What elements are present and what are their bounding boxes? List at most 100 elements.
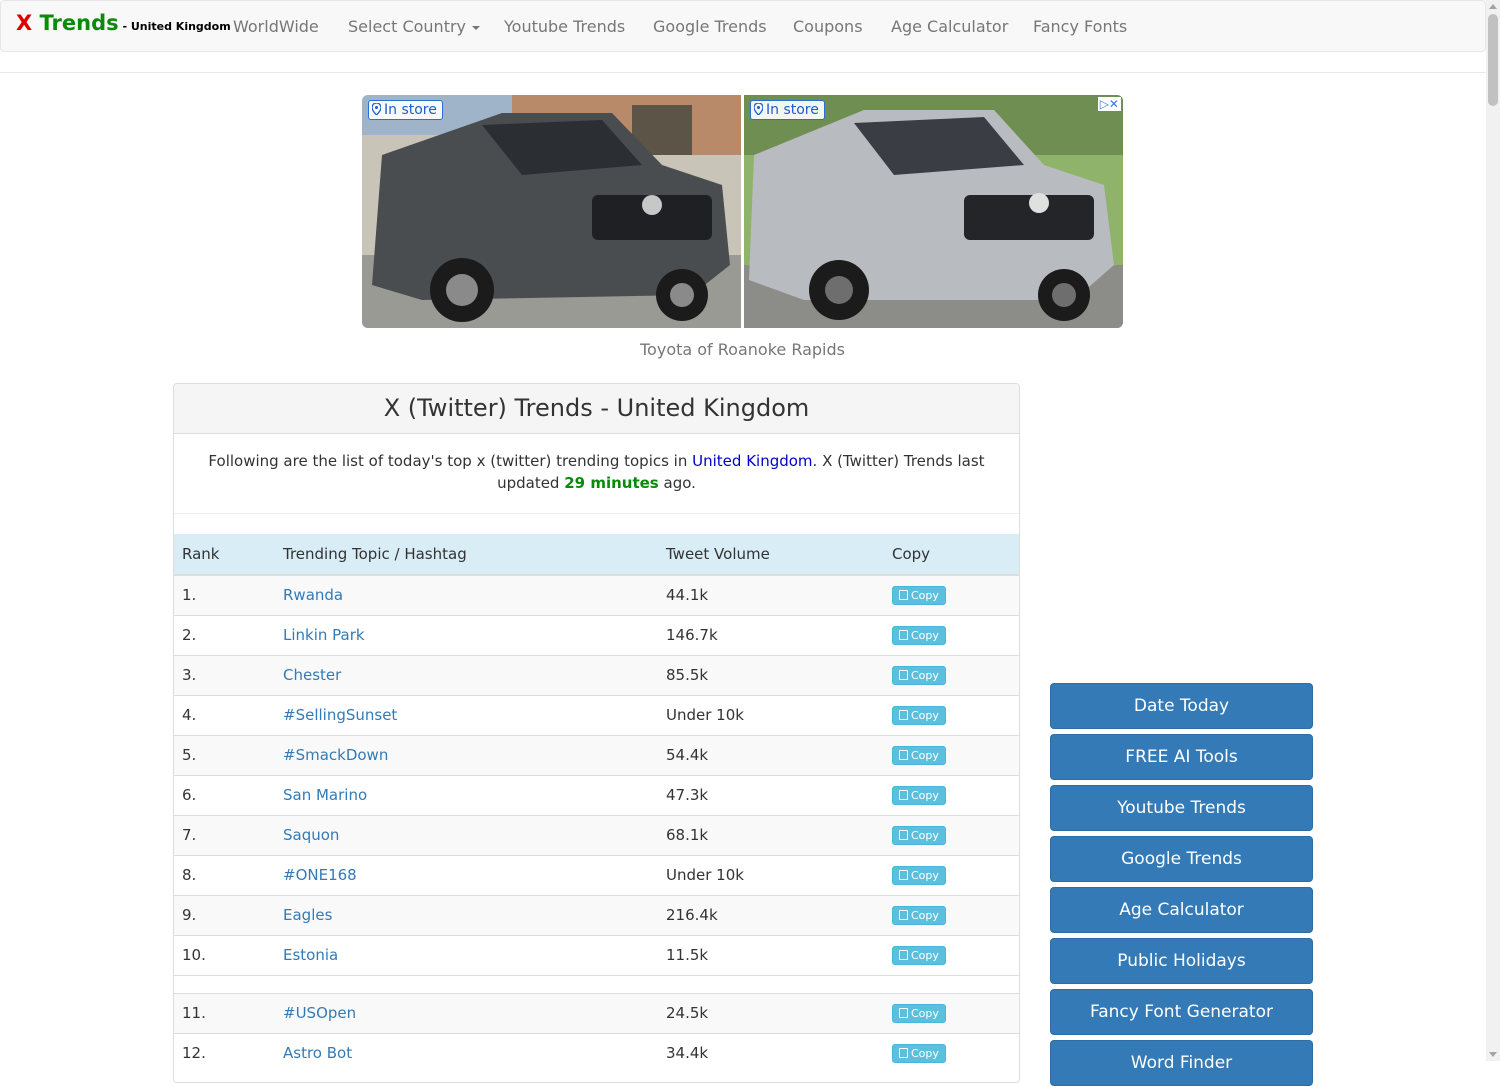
topic-link[interactable]: San Marino [283,786,367,804]
sidebar-fancy-font-generator-button[interactable]: Fancy Font Generator [1050,989,1313,1035]
copy-button[interactable]: Copy [892,826,946,845]
table-row: 11. #USOpen 24.5k Copy [174,992,1019,1033]
topic-cell: Estonia [275,934,658,975]
topic-link[interactable]: #USOpen [283,1004,356,1022]
volume-cell: Under 10k [658,854,884,895]
copy-cell: Copy [884,854,1019,895]
topic-cell: Saquon [275,814,658,855]
copy-button[interactable]: Copy [892,866,946,885]
copy-icon [899,630,908,640]
topic-link[interactable]: Estonia [283,946,338,964]
nav-age-calculator[interactable]: Age Calculator [891,17,1008,36]
copy-button[interactable]: Copy [892,906,946,925]
nav-youtube-trends[interactable]: Youtube Trends [504,17,625,36]
ad-choices-icon[interactable]: ▷✕ [1097,97,1121,111]
page-title: X (Twitter) Trends - United Kingdom [174,384,1019,434]
topic-link[interactable]: Eagles [283,906,332,924]
copy-button[interactable]: Copy [892,626,946,645]
copy-label: Copy [911,1007,939,1020]
copy-icon [899,830,908,840]
sidebar-google-trends-button[interactable]: Google Trends [1050,836,1313,882]
topic-cell: San Marino [275,774,658,815]
topic-link[interactable]: Saquon [283,826,339,844]
copy-button[interactable]: Copy [892,1044,946,1064]
ad-truck-image-1[interactable]: In store [362,95,741,328]
scrollbar-thumb[interactable] [1488,14,1498,106]
in-store-label: In store [384,102,437,118]
sidebar-date-today-button[interactable]: Date Today [1050,683,1313,729]
sidebar-age-calculator-button[interactable]: Age Calculator [1050,887,1313,933]
table-body: 1. Rwanda 44.1k Copy 2. Linkin Park 146.7k Copy… [174,574,1019,1073]
volume-cell: Under 10k [658,694,884,735]
page-scrollbar[interactable] [1486,0,1500,1061]
table-row: 9. Eagles 216.4k Copy [174,894,1019,935]
scroll-up-icon[interactable] [1489,4,1497,9]
topic-cell: Linkin Park [275,614,658,655]
topic-link[interactable]: Linkin Park [283,626,365,644]
sidebar-public-holidays-button[interactable]: Public Holidays [1050,938,1313,984]
copy-button[interactable]: Copy [892,1004,946,1023]
copy-icon [899,670,908,680]
rank-cell: 6. [174,774,275,815]
table-row: 2. Linkin Park 146.7k Copy [174,614,1019,655]
rank-cell: 7. [174,814,275,855]
topic-link[interactable]: Rwanda [283,586,343,604]
ad-caption[interactable]: Toyota of Roanoke Rapids [362,340,1123,359]
table-header-row: Rank Trending Topic / Hashtag Tweet Volu… [174,534,1019,576]
topic-link[interactable]: Chester [283,666,341,684]
nav-coupons[interactable]: Coupons [793,17,863,36]
copy-icon [899,750,908,760]
sidebar-word-finder-button[interactable]: Word Finder [1050,1040,1313,1086]
ad-truck-image-2[interactable]: In store [744,95,1123,328]
header-divider [0,72,1486,73]
copy-button[interactable]: Copy [892,946,946,965]
sidebar-free-ai-tools-button[interactable]: FREE AI Tools [1050,734,1313,780]
table-row: 7. Saquon 68.1k Copy [174,814,1019,855]
spacer-cell [174,974,1019,993]
copy-button[interactable]: Copy [892,706,946,725]
copy-cell: Copy [884,894,1019,935]
copy-icon [899,870,908,880]
rank-cell: 1. [174,574,275,615]
copy-label: Copy [911,589,939,603]
volume-cell: 54.4k [658,734,884,775]
nav-google-trends[interactable]: Google Trends [653,17,767,36]
copy-button[interactable]: Copy [892,586,946,606]
copy-label: Copy [911,669,939,682]
advertisement[interactable]: In store In store ▷✕ [362,95,1123,328]
intro-before: Following are the list of today's top x … [208,452,693,470]
topic-link[interactable]: Astro Bot [283,1044,352,1062]
sidebar-youtube-trends-button[interactable]: Youtube Trends [1050,785,1313,831]
copy-button[interactable]: Copy [892,666,946,685]
copy-cell: Copy [884,734,1019,775]
nav-select-country[interactable]: Select Country [348,17,481,36]
brand-logo[interactable]: X Trends - United Kingdom [16,11,231,35]
nav-fancy-fonts[interactable]: Fancy Fonts [1033,17,1127,36]
copy-cell: Copy [884,574,1019,615]
table-row: 6. San Marino 47.3k Copy [174,774,1019,815]
nav-worldwide[interactable]: WorldWide [233,17,319,36]
topic-link[interactable]: #SellingSunset [283,706,397,724]
table-spacer-row [174,974,1019,993]
intro-after: ago. [658,474,696,492]
volume-cell: 24.5k [658,992,884,1033]
trends-table: Rank Trending Topic / Hashtag Tweet Volu… [174,534,1019,1073]
copy-button[interactable]: Copy [892,786,946,805]
rank-cell: 12. [174,1032,275,1073]
copy-label: Copy [911,629,939,642]
location-pin-icon [372,103,381,115]
in-store-badge: In store [750,100,825,120]
copy-icon [899,710,908,720]
trends-panel: X (Twitter) Trends - United Kingdom Foll… [173,383,1020,1083]
topic-link[interactable]: #ONE168 [283,866,357,884]
header-volume: Tweet Volume [658,534,884,576]
copy-cell: Copy [884,814,1019,855]
caret-down-icon [472,25,481,30]
topic-link[interactable]: #SmackDown [283,746,388,764]
topic-cell: Eagles [275,894,658,935]
copy-cell: Copy [884,1032,1019,1073]
copy-button[interactable]: Copy [892,746,946,765]
scroll-down-icon[interactable] [1489,1052,1497,1057]
rank-cell: 3. [174,654,275,695]
volume-cell: 68.1k [658,814,884,855]
